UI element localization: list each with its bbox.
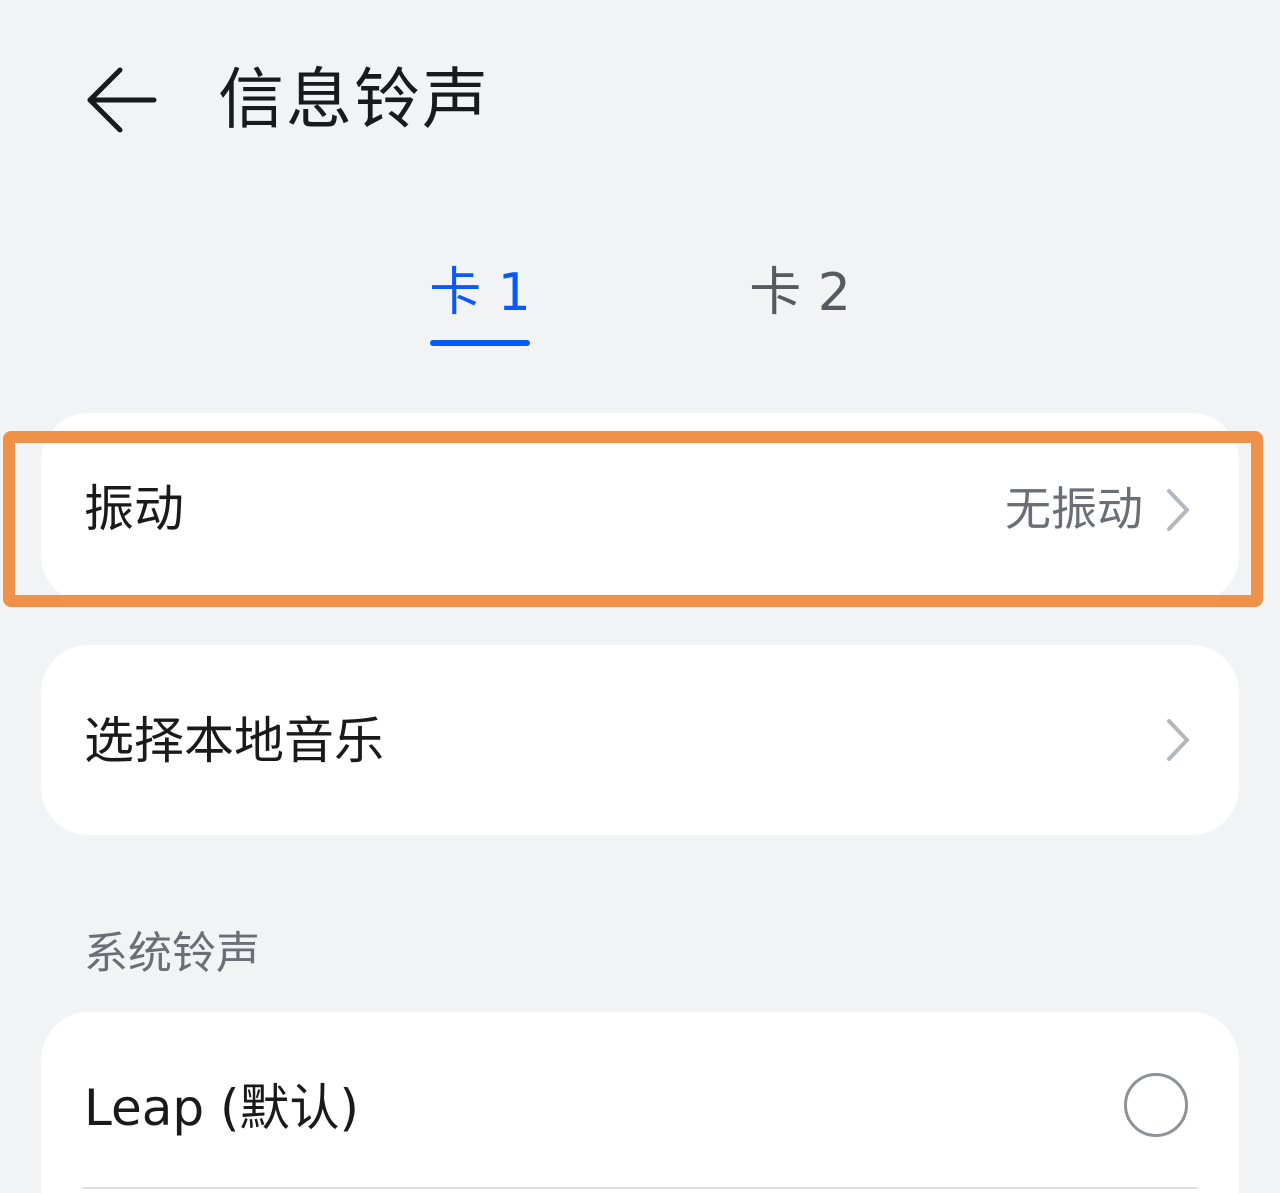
vibration-label: 振动: [84, 480, 184, 538]
list-divider: [82, 1187, 1198, 1189]
tab-sim-2[interactable]: 卡 2: [720, 258, 880, 328]
back-button[interactable]: [82, 62, 162, 138]
tab-sim-1[interactable]: 卡 1: [400, 258, 560, 328]
vibration-row[interactable]: 振动 无振动: [41, 413, 1239, 603]
ringtone-item[interactable]: Leap (默认): [41, 1012, 1239, 1188]
message-ringtone-page: 信息铃声 卡 1 卡 2 振动 无振动 选择本地音乐 系统铃声 Leap (默认…: [0, 0, 1280, 1193]
ringtone-label: Leap (默认): [84, 1079, 360, 1137]
active-tab-indicator: [430, 340, 530, 346]
select-local-music-row[interactable]: 选择本地音乐: [41, 645, 1239, 835]
ringtone-radio[interactable]: [1124, 1073, 1188, 1137]
system-ringtones-list: Leap (默认): [41, 1012, 1239, 1193]
chevron-right-icon: [1167, 489, 1189, 531]
system-ringtones-section-title: 系统铃声: [84, 928, 260, 979]
vibration-value: 无振动: [1005, 482, 1143, 536]
chevron-right-icon: [1167, 719, 1189, 761]
page-title: 信息铃声: [218, 61, 490, 138]
local-music-label: 选择本地音乐: [84, 712, 384, 770]
arrow-left-icon: [87, 67, 157, 133]
